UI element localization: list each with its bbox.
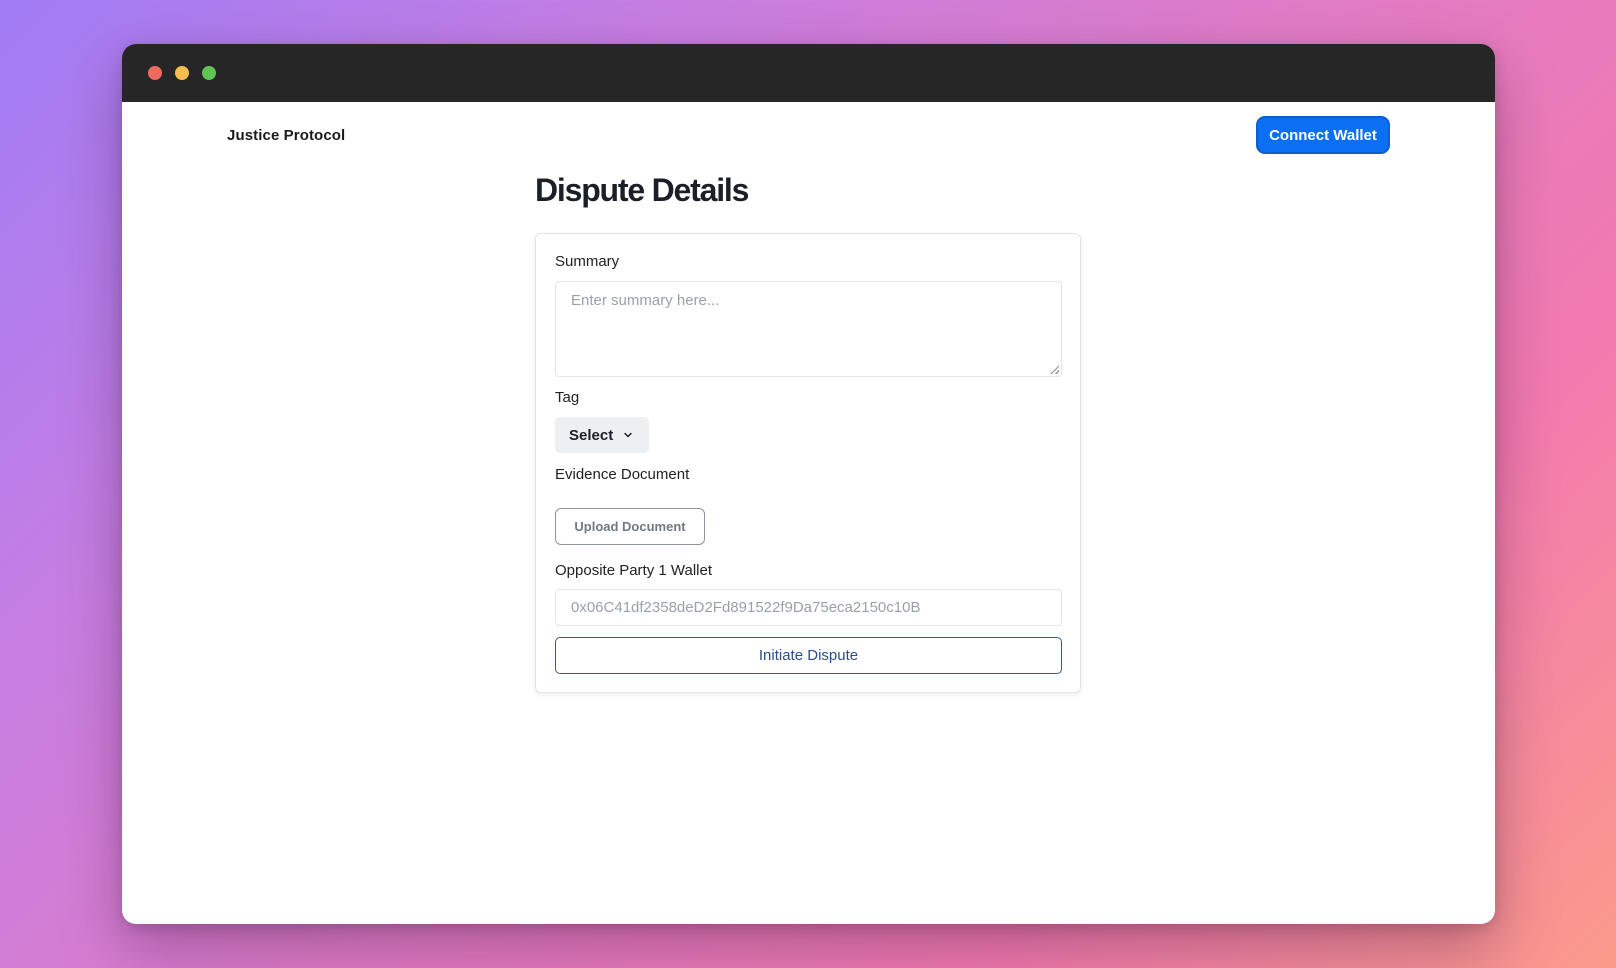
summary-textarea[interactable]: Enter summary here...	[555, 281, 1062, 377]
window-maximize-button[interactable]	[202, 66, 216, 80]
browser-window: Justice Protocol Connect Wallet Dispute …	[122, 44, 1495, 924]
tag-select[interactable]: Select	[555, 417, 649, 453]
initiate-dispute-button[interactable]: Initiate Dispute	[555, 637, 1062, 674]
window-close-button[interactable]	[148, 66, 162, 80]
opposite-party-wallet-label: Opposite Party 1 Wallet	[555, 562, 713, 579]
wallet-placeholder: 0x06C41df2358deD2Fd891522f9Da75eca2150c1…	[571, 599, 921, 616]
tag-select-value: Select	[569, 426, 614, 444]
brand-logo-text[interactable]: Justice Protocol	[227, 127, 345, 144]
summary-placeholder: Enter summary here...	[571, 292, 720, 309]
summary-label: Summary	[555, 253, 620, 270]
window-minimize-button[interactable]	[175, 66, 189, 80]
upload-document-button[interactable]: Upload Document	[555, 508, 705, 545]
resize-grip-icon[interactable]	[1051, 366, 1059, 374]
page-title: Dispute Details	[535, 172, 749, 208]
chevron-down-icon	[624, 432, 632, 438]
evidence-document-label: Evidence Document	[555, 466, 690, 483]
window-titlebar	[122, 44, 1495, 102]
dispute-form-card: Summary Enter summary here... Tag Select…	[535, 233, 1081, 693]
connect-wallet-button[interactable]: Connect Wallet	[1256, 116, 1390, 154]
opposite-party-wallet-input[interactable]: 0x06C41df2358deD2Fd891522f9Da75eca2150c1…	[555, 589, 1062, 626]
tag-label: Tag	[555, 389, 580, 406]
